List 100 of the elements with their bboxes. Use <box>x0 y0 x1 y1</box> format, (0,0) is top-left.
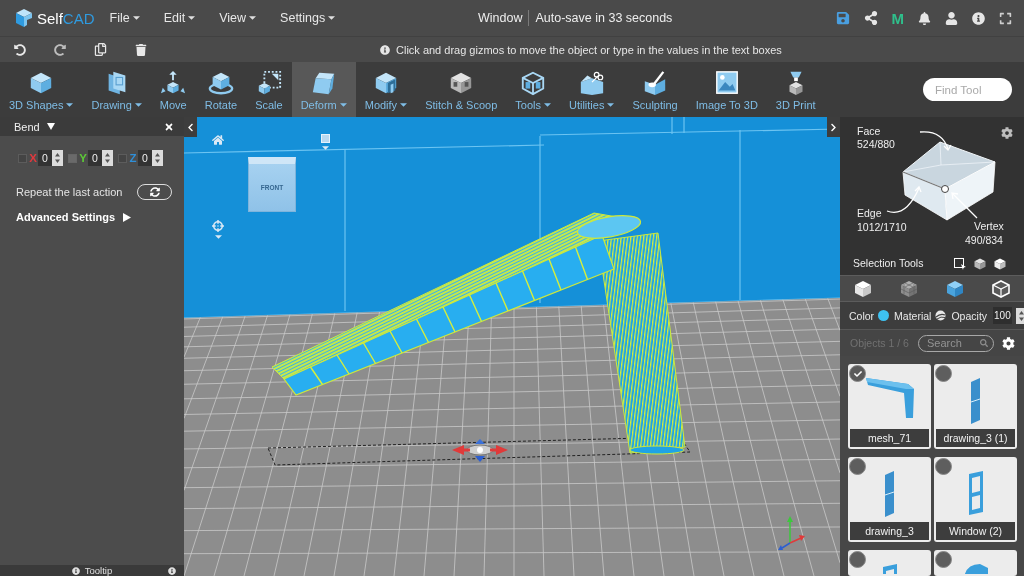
close-button[interactable] <box>164 121 174 132</box>
object-name: Window (2) <box>936 522 1015 540</box>
check-icon <box>853 369 862 378</box>
caret-icon <box>249 16 257 20</box>
caret-icon <box>328 16 336 20</box>
object-name: drawing_3 (1) <box>936 429 1015 447</box>
delete-icon[interactable] <box>135 43 147 56</box>
panel-thumbnail <box>885 471 894 517</box>
chevron-right-icon <box>829 122 838 132</box>
opacity-field[interactable]: 100 <box>993 307 1013 324</box>
m-button[interactable]: M <box>891 10 904 26</box>
number-field[interactable]: 0 <box>138 150 152 166</box>
select-checkbox[interactable] <box>849 458 866 475</box>
object-name: mesh_71 <box>850 429 929 447</box>
hint-text: Click and drag gizmos to move the object or type in the values in the text boxes <box>396 43 782 56</box>
advanced-settings-toggle[interactable]: Advanced Settings <box>16 211 132 223</box>
crosshair-icon[interactable] <box>212 220 224 232</box>
spinner-icon[interactable] <box>102 150 113 166</box>
select-checkbox[interactable] <box>935 458 952 475</box>
user-icon[interactable] <box>945 11 958 25</box>
tool-button[interactable]: Drawing <box>82 62 151 117</box>
panel-thumbnail <box>971 378 980 424</box>
select-checkbox[interactable] <box>935 551 952 568</box>
color-swatch-icon[interactable] <box>878 310 890 321</box>
selection-tools-label: Selection Tools <box>853 257 924 270</box>
object-card[interactable]: drawing_3 (1) <box>934 364 1017 449</box>
settings-icon[interactable] <box>1001 127 1013 139</box>
tool-button[interactable]: Utilities <box>559 62 624 117</box>
edge-label: Edge <box>857 207 882 220</box>
search-field[interactable]: Search <box>918 334 994 352</box>
face-count: 524/880 <box>857 138 895 151</box>
collapse-button[interactable] <box>827 117 840 137</box>
menu-button[interactable]: Edit <box>163 11 196 25</box>
object-card[interactable] <box>934 550 1017 576</box>
tool-button[interactable]: Image To 3D <box>686 62 767 117</box>
tool-button[interactable]: Stitch & Scoop <box>416 62 507 117</box>
axis-label: Y <box>79 151 87 165</box>
spinner-icon[interactable] <box>52 150 63 166</box>
tool-button[interactable]: 3D Print <box>766 62 825 117</box>
info-icon[interactable] <box>972 11 985 25</box>
edge-count: 1012/1710 <box>857 221 907 234</box>
move-gizmo[interactable] <box>452 439 508 462</box>
menu-button[interactable]: Settings <box>280 11 336 25</box>
tool-button[interactable]: Sculpting <box>623 62 687 117</box>
tool-button[interactable]: 3D Shapes <box>0 62 83 117</box>
home-icon[interactable] <box>212 134 224 146</box>
axis-checkbox[interactable] <box>18 153 27 163</box>
axis-checkbox[interactable] <box>118 153 127 163</box>
cube-icon[interactable] <box>994 258 1006 270</box>
redo-icon[interactable] <box>54 43 66 56</box>
triangle-icon[interactable] <box>46 122 55 131</box>
find-tool-field[interactable]: Find Tool <box>923 78 1012 101</box>
caret-icon <box>322 146 329 150</box>
arch-thumbnail <box>963 564 988 574</box>
menu-button[interactable]: View <box>219 11 257 25</box>
select-checkbox[interactable] <box>849 551 866 568</box>
settings-icon[interactable] <box>1002 336 1015 350</box>
tool-button[interactable]: Tools <box>506 62 560 117</box>
autosave-status: Auto-save in 33 seconds <box>535 11 673 25</box>
leader-arrow <box>919 131 952 152</box>
menu-button[interactable]: File <box>109 11 140 25</box>
spinner-icon[interactable] <box>152 150 163 166</box>
spinner-icon[interactable] <box>1016 307 1024 324</box>
caret-icon <box>214 235 222 239</box>
document-title: Window <box>478 11 523 25</box>
cube-outline-icon <box>992 279 1010 298</box>
repeat-label: Repeat the last action <box>16 186 123 198</box>
tool-button[interactable]: Move <box>150 62 196 117</box>
move-arrows-icon <box>160 69 187 96</box>
grid-cube-icon <box>900 279 918 298</box>
tool-button[interactable]: Modify <box>355 62 417 117</box>
bent-bar-thumbnail <box>865 378 914 418</box>
object-card[interactable]: mesh_71 <box>848 364 931 449</box>
bell-icon[interactable] <box>918 11 931 25</box>
object-card[interactable] <box>848 550 931 576</box>
rect-select-icon[interactable] <box>954 258 966 270</box>
select-checkbox[interactable] <box>935 365 952 382</box>
tool-button[interactable]: Scale <box>246 62 292 117</box>
save-icon[interactable] <box>835 11 850 25</box>
info-icon <box>380 44 390 55</box>
number-field[interactable]: 0 <box>38 150 52 166</box>
copy-icon[interactable] <box>94 43 107 56</box>
axis-label: Z <box>129 151 137 165</box>
frame-thumbnail <box>968 471 983 515</box>
tool-button[interactable]: Rotate <box>195 62 247 117</box>
info-icon[interactable] <box>168 566 176 575</box>
panel-title: Bend <box>14 120 40 133</box>
leader-arrow <box>886 185 922 213</box>
object-card[interactable]: Window (2) <box>934 457 1017 542</box>
sphere-icon[interactable] <box>935 310 947 321</box>
tool-button[interactable]: Deform <box>291 62 356 117</box>
close-icon <box>164 121 174 132</box>
info-icon <box>71 566 80 575</box>
select-checkbox[interactable] <box>849 365 866 382</box>
share-icon[interactable] <box>863 11 878 25</box>
expand-icon[interactable] <box>999 11 1012 25</box>
object-card[interactable]: drawing_3 <box>848 457 931 542</box>
face-label: Face <box>857 125 881 138</box>
undo-icon[interactable] <box>14 43 26 56</box>
cube-icon[interactable] <box>974 258 986 270</box>
